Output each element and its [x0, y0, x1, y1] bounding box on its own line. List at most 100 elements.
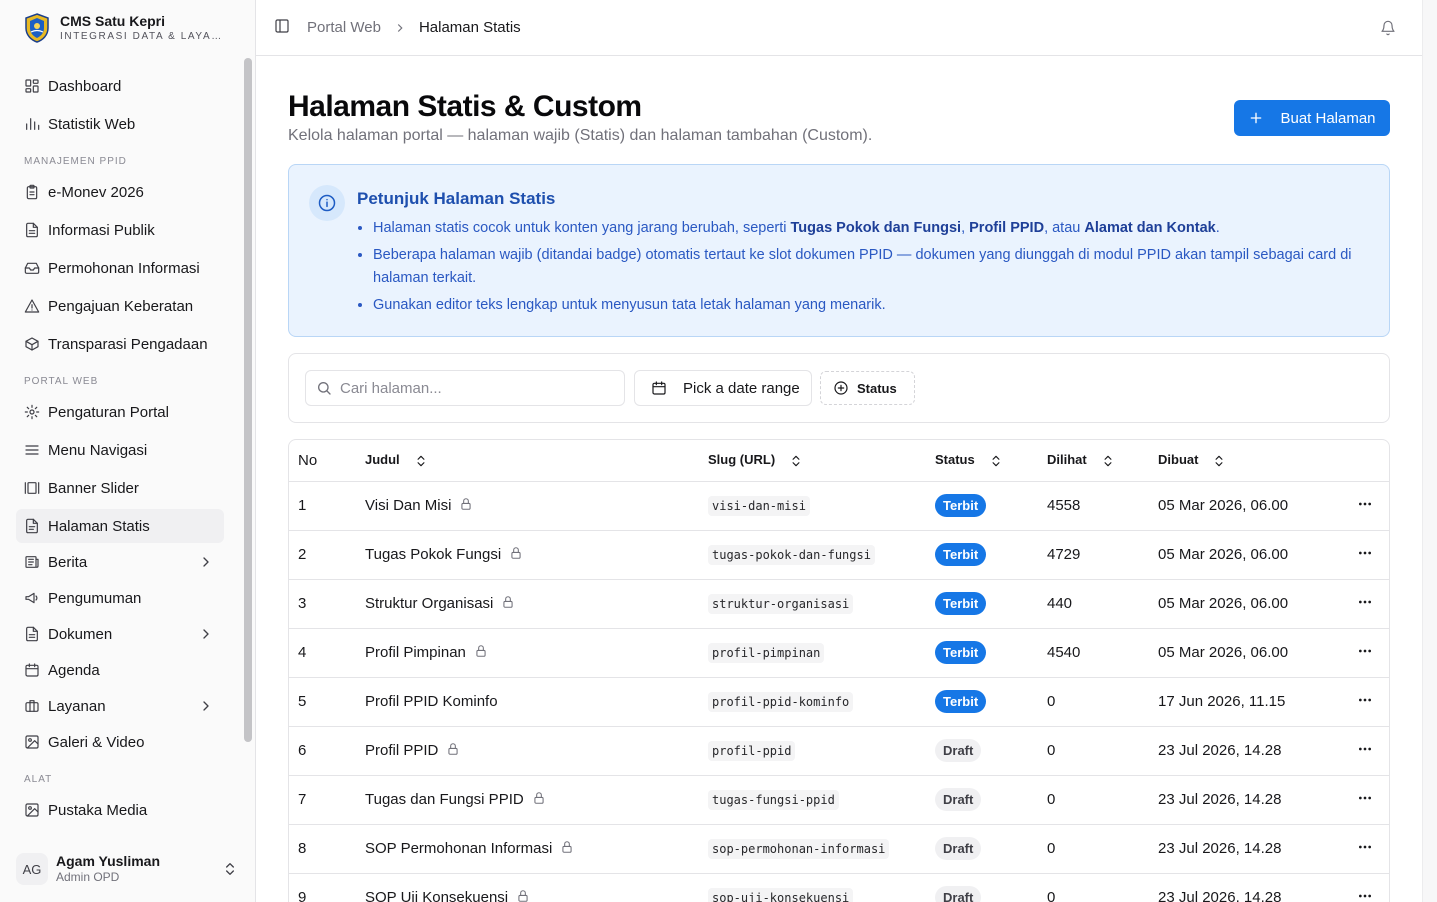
- cell-no: 7: [289, 775, 365, 825]
- cell-no: 5: [289, 677, 365, 727]
- cell-created: 05 Mar 2026, 06.00: [1158, 628, 1338, 678]
- sidebar-item-berita[interactable]: Berita: [16, 545, 224, 579]
- sidebar-item-dashboard[interactable]: Dashboard: [16, 69, 224, 103]
- header-divider: [298, 19, 299, 36]
- sidebar-item-label: Permohonan Informasi: [48, 259, 200, 277]
- table-header-row: No Judul Slug (URL) Status Dilihat Dibua…: [289, 440, 1389, 482]
- sidebar-item-halaman-statis[interactable]: Halaman Statis: [16, 509, 224, 543]
- table-row[interactable]: 2 Tugas Pokok Fungsi tugas-pokok-dan-fungs…: [289, 530, 1389, 580]
- row-actions-button[interactable]: [1338, 579, 1389, 629]
- table-row[interactable]: 3 Struktur Organisasi struktur-organisasi T…: [289, 579, 1389, 629]
- col-title[interactable]: Judul: [365, 440, 708, 482]
- sidebar-item-pustaka-media[interactable]: Pustaka Media: [16, 793, 224, 827]
- row-actions-button[interactable]: [1338, 481, 1389, 531]
- sidebar-item-emonev[interactable]: e-Monev 2026: [16, 175, 224, 209]
- sort-icon: [1101, 454, 1115, 468]
- table-row[interactable]: 5 Profil PPID Kominfo profil-ppid-kominfo T…: [289, 677, 1389, 727]
- table-row[interactable]: 7 Tugas dan Fungsi PPID tugas-fungsi-ppid D…: [289, 775, 1389, 825]
- row-actions-button[interactable]: [1338, 873, 1389, 902]
- search-input[interactable]: [340, 379, 610, 397]
- cell-slug: profil-ppid: [708, 726, 935, 776]
- sidebar-item-pengajuan-keberatan[interactable]: Pengajuan Keberatan: [16, 289, 224, 323]
- col-slug[interactable]: Slug (URL): [708, 440, 935, 482]
- row-actions-button[interactable]: [1338, 677, 1389, 727]
- row-actions-button[interactable]: [1338, 726, 1389, 776]
- sort-icon: [789, 454, 803, 468]
- create-page-label: Buat Halaman: [1280, 109, 1376, 127]
- cell-title: Profil PPID: [365, 726, 708, 776]
- bell-icon[interactable]: [1380, 20, 1396, 36]
- sidebar-item-label: Informasi Publik: [48, 221, 155, 239]
- dashboard-icon: [24, 78, 40, 94]
- more-horizontal-icon: [1357, 842, 1373, 859]
- status-badge: Terbit: [935, 641, 987, 664]
- cell-title: Tugas dan Fungsi PPID: [365, 775, 708, 825]
- cell-no: 4: [289, 628, 365, 678]
- table-row[interactable]: 4 Profil Pimpinan profil-pimpinan Terbit 454…: [289, 628, 1389, 678]
- sidebar-item-galeri-video[interactable]: Galeri & Video: [16, 725, 224, 759]
- sidebar-scrollbar[interactable]: [244, 58, 252, 742]
- row-actions-button[interactable]: [1338, 530, 1389, 580]
- app-title: CMS Satu Kepri: [60, 13, 166, 29]
- search-box[interactable]: [305, 370, 625, 406]
- cell-no: 8: [289, 824, 365, 874]
- page-title-text: SOP Uji Konsekuensi: [365, 889, 509, 902]
- sidebar-item-label: Transparasi Pengadaan: [48, 335, 208, 353]
- notice-item: Gunakan editor teks lengkap untuk menyus…: [373, 294, 1363, 317]
- file-icon: [24, 518, 40, 534]
- sidebar-toggle-icon[interactable]: [274, 18, 290, 37]
- status-filter-button[interactable]: Status: [820, 371, 915, 405]
- cell-slug: tugas-fungsi-ppid: [708, 775, 935, 825]
- slug-code: tugas-pokok-dan-fungsi: [708, 545, 875, 565]
- sidebar-item-statistik-web[interactable]: Statistik Web: [16, 107, 224, 141]
- more-horizontal-icon: [1357, 548, 1373, 565]
- cell-views: 4558: [1047, 481, 1158, 531]
- sidebar-item-label: Menu Navigasi: [48, 441, 148, 459]
- col-status[interactable]: Status: [935, 440, 1047, 482]
- sidebar-item-transparasi-pengadaan[interactable]: Transparasi Pengadaan: [16, 327, 224, 361]
- user-menu[interactable]: AG Agam Yusliman Admin OPD: [0, 836, 256, 902]
- sidebar-item-pengaturan-portal[interactable]: Pengaturan Portal: [16, 395, 224, 429]
- table-row[interactable]: 9 SOP Uji Konsekuensi sop-uji-konsekuensi D…: [289, 873, 1389, 902]
- lock-icon: [516, 889, 530, 902]
- cell-slug: tugas-pokok-dan-fungsi: [708, 530, 935, 580]
- table-row[interactable]: 6 Profil PPID profil-ppid Draft 0 23 Jul 2026…: [289, 726, 1389, 776]
- notice-item: Beberapa halaman wajib (ditandai badge) …: [373, 244, 1363, 290]
- sidebar-item-informasi-publik[interactable]: Informasi Publik: [16, 213, 224, 247]
- gear-icon: [24, 404, 40, 420]
- table-row[interactable]: 8 SOP Permohonan Informasi sop-permohonan-…: [289, 824, 1389, 874]
- col-views[interactable]: Dilihat: [1047, 440, 1158, 482]
- cell-title: SOP Permohonan Informasi: [365, 824, 708, 874]
- status-badge: Draft: [935, 788, 982, 811]
- sidebar-item-agenda[interactable]: Agenda: [16, 653, 224, 687]
- row-actions-button[interactable]: [1338, 824, 1389, 874]
- cell-status: Draft: [935, 824, 1047, 874]
- brand[interactable]: CMS Satu Kepri INTEGRASI DATA & LAYANAN …: [0, 0, 255, 56]
- sidebar-item-label: Statistik Web: [48, 115, 136, 133]
- col-created[interactable]: Dibuat: [1158, 440, 1338, 482]
- more-horizontal-icon: [1357, 499, 1373, 516]
- date-range-button[interactable]: Pick a date range: [634, 370, 812, 406]
- table-row[interactable]: 1 Visi Dan Misi visi-dan-misi Terbit 4558 05 …: [289, 481, 1389, 531]
- bar-chart-icon: [24, 116, 40, 132]
- cell-views: 0: [1047, 873, 1158, 902]
- sidebar-item-banner-slider[interactable]: Banner Slider: [16, 471, 224, 505]
- breadcrumb-portal-web[interactable]: Portal Web: [307, 19, 381, 36]
- sidebar-item-layanan[interactable]: Layanan: [16, 689, 224, 723]
- create-page-button[interactable]: Buat Halaman: [1234, 100, 1390, 136]
- page-subtitle: Kelola halaman portal — halaman wajib (S…: [288, 127, 873, 144]
- status-filter-label: Status: [857, 380, 897, 396]
- row-actions-button[interactable]: [1338, 628, 1389, 678]
- sidebar-item-dokumen[interactable]: Dokumen: [16, 617, 224, 651]
- sidebar-item-pengumuman[interactable]: Pengumuman: [16, 581, 224, 615]
- sort-icon: [989, 454, 1003, 468]
- row-actions-button[interactable]: [1338, 775, 1389, 825]
- status-badge: Draft: [935, 739, 982, 762]
- more-horizontal-icon: [1357, 597, 1373, 614]
- sidebar-item-permohonan-informasi[interactable]: Permohonan Informasi: [16, 251, 224, 285]
- document-icon: [24, 626, 40, 642]
- plus-circle-icon: [834, 381, 848, 395]
- sidebar-item-menu-navigasi[interactable]: Menu Navigasi: [16, 433, 224, 467]
- gallery-horizontal-icon: [24, 480, 40, 496]
- page-title: Halaman Statis & Custom: [288, 90, 642, 123]
